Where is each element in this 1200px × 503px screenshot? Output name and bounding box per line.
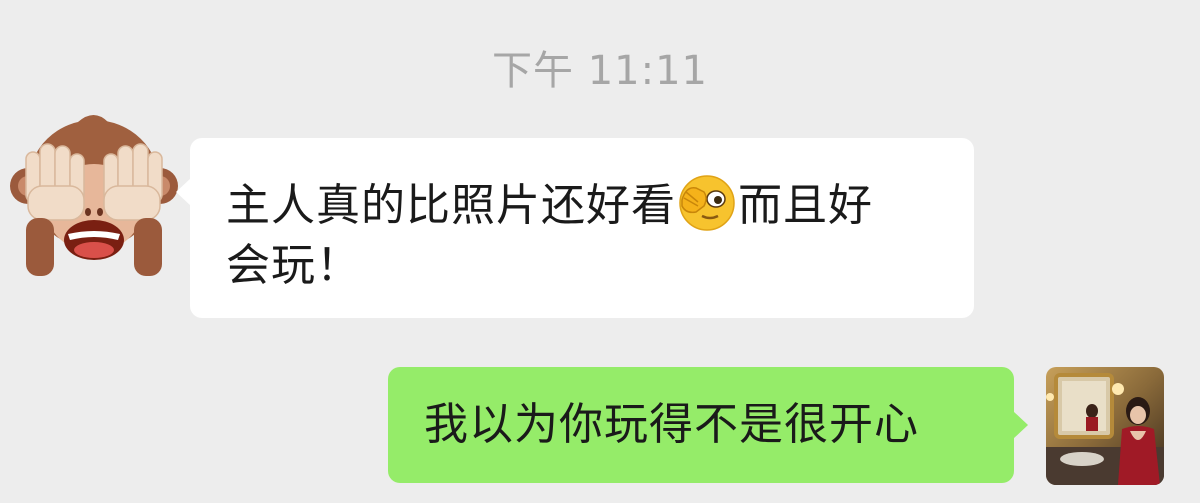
outgoing-avatar[interactable] (1046, 367, 1164, 485)
incoming-message-bubble[interactable]: 主人真的比照片还好看 而且好 会玩！ (176, 138, 974, 318)
hand-over-eye-face-icon (679, 175, 735, 231)
incoming-avatar[interactable] (8, 108, 180, 280)
message-text-part1: 主人真的比照片还好看 (226, 180, 676, 231)
message-text: 主人真的比照片还好看 而且好 会玩！ (226, 172, 938, 296)
outgoing-message-bubble[interactable]: 我以为你玩得不是很开心 (388, 367, 1028, 483)
message-text: 我以为你玩得不是很开心 (424, 399, 919, 450)
see-no-evil-monkey-icon (10, 115, 178, 276)
user-photo-avatar (1046, 367, 1164, 485)
chat-timestamp: 下午 11:11 (492, 48, 708, 94)
message-text-part2: 而且好 (738, 180, 873, 231)
message-text-line2: 会玩！ (226, 240, 361, 291)
